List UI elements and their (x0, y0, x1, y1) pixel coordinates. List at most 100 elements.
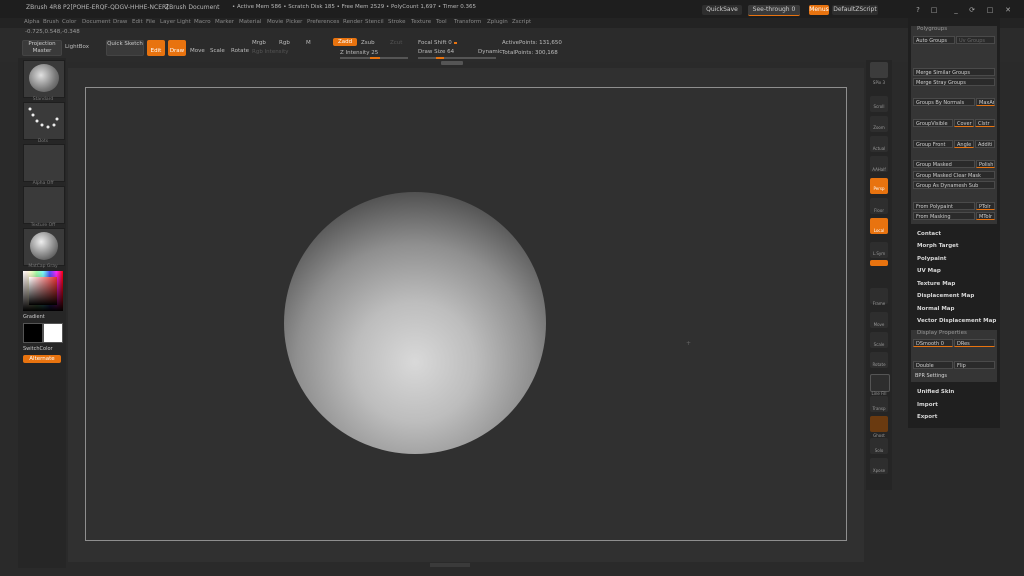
polish-slider[interactable]: Polish (976, 160, 995, 168)
menu-stroke[interactable]: Stroke (388, 19, 406, 25)
z-intensity-thumb[interactable] (370, 57, 380, 59)
zsub-button[interactable]: Zsub (361, 40, 375, 46)
normal-map-section[interactable]: Normal Map (917, 306, 954, 312)
auto-groups-button[interactable]: Auto Groups (913, 36, 955, 44)
draw-size-slider[interactable]: Draw Size 64 (418, 49, 454, 55)
polypaint-section[interactable]: Polypaint (917, 256, 946, 262)
material-thumbnail[interactable] (23, 228, 65, 266)
group-as-dynamesh-sub-button[interactable]: Group As Dynamesh Sub (913, 181, 995, 189)
menu-zplugin[interactable]: Zplugin (487, 19, 508, 25)
menu-picker[interactable]: Picker (286, 19, 302, 25)
menu-color[interactable]: Color (62, 19, 76, 25)
minimize-icon[interactable]: _ (950, 6, 962, 15)
angle-slider[interactable]: Angle (954, 140, 974, 148)
morph-target-section[interactable]: Morph Target (917, 243, 959, 249)
bottom-tray-handle[interactable] (430, 563, 470, 567)
default-zscript-button[interactable]: DefaultZScript (832, 5, 878, 15)
color-square[interactable] (29, 277, 57, 305)
maximize-icon[interactable]: □ (984, 6, 996, 15)
flip-button[interactable]: Flip (954, 361, 995, 369)
group-masked-button[interactable]: Group Masked (913, 160, 975, 168)
lightbox-button[interactable]: LightBox (65, 44, 89, 50)
menu-preferences[interactable]: Preferences (307, 19, 339, 25)
merge-stray-groups-button[interactable]: Merge Stray Groups (913, 78, 995, 86)
projection-master-button[interactable]: Projection Master (22, 40, 62, 56)
menu-file[interactable]: File (146, 19, 155, 25)
draw-button[interactable]: Draw (168, 40, 186, 56)
maxangle-slider[interactable]: MaxAn (976, 98, 995, 106)
menu-material[interactable]: Material (239, 19, 261, 25)
menu-movie[interactable]: Movie (267, 19, 283, 25)
dres-slider[interactable]: DRes (954, 339, 995, 347)
secondary-color-swatch[interactable] (43, 323, 63, 343)
menu-alpha[interactable]: Alpha (24, 19, 40, 25)
menu-transform[interactable]: Transform (454, 19, 481, 25)
zcut-button[interactable]: Zcut (390, 40, 402, 46)
alpha-thumbnail[interactable] (23, 144, 65, 182)
help-icon[interactable]: ? (912, 6, 924, 15)
unified-skin-section[interactable]: Unified Skin (917, 389, 954, 395)
menu-edit[interactable]: Edit (132, 19, 143, 25)
texture-thumbnail[interactable] (23, 186, 65, 224)
menu-draw[interactable]: Draw (113, 19, 127, 25)
import-section[interactable]: Import (917, 402, 938, 408)
clustering-slider[interactable]: Clstr (975, 119, 995, 127)
rotate-button[interactable]: Rotate (231, 48, 249, 54)
shelf-collapse-handle[interactable] (441, 61, 463, 65)
quicksave-button[interactable]: QuickSave (702, 5, 742, 15)
polyf-button[interactable] (870, 374, 890, 392)
additive-button[interactable]: Additi (975, 140, 995, 148)
menu-layer[interactable]: Layer (160, 19, 175, 25)
menu-light[interactable]: Light (177, 19, 191, 25)
draw-size-thumb[interactable] (436, 57, 444, 59)
alternate-button[interactable]: Alternate (23, 355, 61, 363)
export-section[interactable]: Export (917, 414, 937, 420)
menu-brush[interactable]: Brush (43, 19, 59, 25)
menu-stencil[interactable]: Stencil (365, 19, 384, 25)
menus-button[interactable]: Menus (809, 5, 829, 15)
focal-shift-thumb[interactable] (454, 42, 457, 44)
gradient-label[interactable]: Gradient (23, 314, 45, 320)
menu-macro[interactable]: Macro (194, 19, 211, 25)
zadd-button[interactable]: Zadd (333, 38, 357, 46)
menu-render[interactable]: Render (343, 19, 363, 25)
double-button[interactable]: Double (913, 361, 953, 369)
layout-icon[interactable]: □ (928, 6, 940, 15)
displacement-map-section[interactable]: Displacement Map (917, 293, 974, 299)
xyz-button[interactable] (870, 260, 888, 266)
contact-section[interactable]: Contact (917, 231, 941, 237)
menu-document[interactable]: Document (82, 19, 111, 25)
vector-displacement-map-section[interactable]: Vector Displacement Map (917, 318, 996, 324)
texture-map-section[interactable]: Texture Map (917, 281, 955, 287)
coverage-slider[interactable]: Cover (954, 119, 974, 127)
see-through-slider[interactable]: See-through 0 (748, 5, 800, 16)
ghost-button[interactable] (870, 416, 888, 432)
uv-groups-button[interactable]: Uv Groups (956, 36, 995, 44)
mrgb-button[interactable]: Mrgb (252, 40, 266, 46)
brush-thumbnail[interactable] (23, 60, 65, 98)
mtolerance-slider[interactable]: MTolr (976, 212, 995, 220)
spix-button[interactable] (870, 62, 888, 78)
bpr-settings-button[interactable]: BPR Settings (915, 373, 947, 379)
menu-texture[interactable]: Texture (411, 19, 431, 25)
dsmooth-slider[interactable]: DSmooth 0 (913, 339, 953, 347)
focal-shift-slider[interactable]: Focal Shift 0 (418, 40, 452, 46)
z-intensity-slider[interactable]: Z Intensity 25 (340, 50, 378, 56)
main-color-swatch[interactable] (23, 323, 43, 343)
rgb-button[interactable]: Rgb (279, 40, 290, 46)
move-button[interactable]: Move (190, 48, 205, 54)
menu-zscript[interactable]: Zscript (512, 19, 531, 25)
menu-marker[interactable]: Marker (215, 19, 234, 25)
from-polypaint-button[interactable]: From Polypaint (913, 202, 975, 210)
quick-sketch-button[interactable]: Quick Sketch (106, 40, 144, 56)
group-visible-button[interactable]: GroupVisible (913, 119, 953, 127)
edit-button[interactable]: Edit (147, 40, 165, 56)
refresh-icon[interactable]: ⟳ (966, 6, 978, 15)
group-masked-clear-mask-button[interactable]: Group Masked Clear Mask (913, 171, 995, 179)
m-button[interactable]: M (306, 40, 311, 46)
switch-color-button[interactable]: SwitchColor (23, 346, 53, 352)
dynamic-button[interactable]: Dynamic (478, 49, 502, 55)
group-front-button[interactable]: Group Front (913, 140, 953, 148)
rgb-intensity-slider[interactable]: Rgb Intensity (252, 49, 289, 55)
sphere-mesh[interactable] (284, 192, 546, 454)
